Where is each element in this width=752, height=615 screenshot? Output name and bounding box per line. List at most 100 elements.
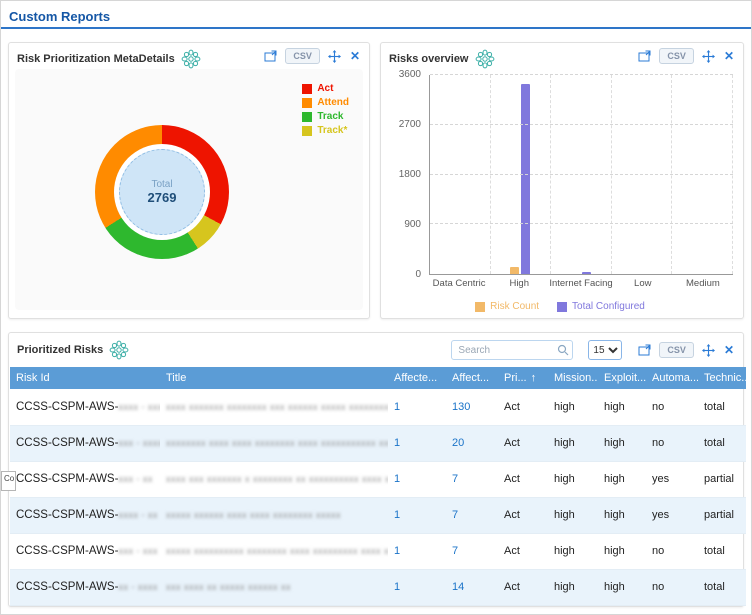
column-header-label: Title bbox=[166, 372, 186, 384]
risk-id-redacted: xxx - xxx bbox=[118, 546, 158, 556]
gridline bbox=[430, 174, 733, 175]
bar-legend-item[interactable]: Risk Count bbox=[475, 301, 539, 312]
donut-legend-item[interactable]: Track bbox=[302, 111, 349, 122]
search-icon[interactable] bbox=[557, 343, 569, 361]
page-title: Custom Reports bbox=[9, 9, 110, 24]
cell-mission: high bbox=[548, 497, 598, 533]
sort-asc-icon[interactable]: ↑ bbox=[531, 372, 537, 384]
bar-total-configured[interactable] bbox=[582, 272, 591, 274]
cell-mission: high bbox=[548, 461, 598, 497]
move-icon[interactable] bbox=[701, 344, 716, 357]
bar-risk-count[interactable] bbox=[510, 267, 519, 274]
cell-title: xxxxx xxxxxx xxxx xxxx xxxxxxxx xxxxx bbox=[160, 497, 388, 533]
cell-risk-id: CCSS-CSPM-AWS-xxx - xx bbox=[10, 461, 160, 497]
risk-row[interactable]: CCSS-CSPM-AWS-xxxx - xxxxxxx xxxxxx xxxx… bbox=[10, 497, 746, 533]
cell-affect: 7 bbox=[446, 533, 498, 569]
move-icon[interactable] bbox=[327, 50, 342, 63]
column-header-automa[interactable]: Automa... bbox=[646, 367, 698, 389]
column-header-label: Risk Id bbox=[16, 372, 50, 384]
csv-export-button[interactable]: CSV bbox=[659, 48, 694, 64]
donut-chart[interactable]: Total 2769 bbox=[95, 125, 229, 259]
bar-category-column bbox=[551, 75, 612, 274]
upper-panels-row: Risk Prioritization MetaDetails bbox=[1, 42, 751, 319]
risk-id-prefix: CCSS-CSPM-AWS- bbox=[16, 581, 118, 593]
risk-row[interactable]: CCSS-CSPM-AWS-xxx - xxxxxxxxxxxx xxxx xx… bbox=[10, 425, 746, 461]
column-header-technic[interactable]: Technic... bbox=[698, 367, 746, 389]
cell-risk-id: CCSS-CSPM-AWS-xxxx - xxx bbox=[10, 389, 160, 425]
affected-link[interactable]: 1 bbox=[394, 401, 400, 413]
column-header-affect[interactable]: Affect... bbox=[446, 367, 498, 389]
affected-count-link[interactable]: 7 bbox=[452, 545, 458, 557]
cell-title: xxxx xxxxxxx xxxxxxxx xxx xxxxxx xxxxx x… bbox=[160, 389, 388, 425]
cell-affecte: 1 bbox=[388, 533, 446, 569]
column-header-label: Affecte... bbox=[394, 372, 437, 384]
expand-icon[interactable] bbox=[263, 50, 278, 62]
risk-id-prefix: CCSS-CSPM-AWS- bbox=[16, 473, 118, 485]
search-input[interactable] bbox=[451, 340, 573, 360]
csv-export-button[interactable]: CSV bbox=[285, 48, 320, 64]
bar-legend-item[interactable]: Total Configured bbox=[557, 301, 645, 312]
title-redacted: xxxxxxxx xxxx xxxx xxxxxxxx xxxx xxxxxxx… bbox=[166, 438, 388, 448]
affected-count-link[interactable]: 7 bbox=[452, 509, 458, 521]
cell-automa: yes bbox=[646, 497, 698, 533]
risk-row[interactable]: CCSS-CSPM-AWS-xxxx - xxxxxxx xxxxxxx xxx… bbox=[10, 389, 746, 425]
cell-exploit: high bbox=[598, 389, 646, 425]
close-icon[interactable]: ✕ bbox=[723, 50, 735, 62]
column-header-mission[interactable]: Mission... bbox=[548, 367, 598, 389]
risk-row[interactable]: CCSS-CSPM-AWS-xx - xxxx xxx xxxx xx xxxxx… bbox=[10, 569, 746, 605]
close-icon[interactable]: ✕ bbox=[723, 344, 735, 356]
panel-title-wrap: Risk Prioritization MetaDetails bbox=[17, 48, 204, 70]
cell-affecte: 1 bbox=[388, 425, 446, 461]
close-icon[interactable]: ✕ bbox=[349, 50, 361, 62]
plot-columns bbox=[430, 75, 733, 274]
risk-row[interactable]: CCSS-CSPM-AWS-xxx - xxxxxxxx xxxxxxxxxx … bbox=[10, 533, 746, 569]
cell-risk-id: CCSS-CSPM-AWS-xx - xxxx bbox=[10, 569, 160, 605]
affected-link[interactable]: 1 bbox=[394, 545, 400, 557]
cell-affect: 7 bbox=[446, 461, 498, 497]
donut-legend-item[interactable]: Attend bbox=[302, 97, 349, 108]
cell-technic: partial bbox=[698, 497, 746, 533]
column-header-riskid[interactable]: Risk Id bbox=[10, 367, 160, 389]
affected-count-link[interactable]: 130 bbox=[452, 401, 470, 413]
affected-count-link[interactable]: 20 bbox=[452, 437, 464, 449]
column-header-label: Exploit... bbox=[604, 372, 646, 384]
move-icon[interactable] bbox=[701, 50, 716, 63]
cell-technic: partial bbox=[698, 461, 746, 497]
csv-export-button[interactable]: CSV bbox=[659, 342, 694, 358]
cell-automa: yes bbox=[646, 461, 698, 497]
column-header-affecte[interactable]: Affecte... bbox=[388, 367, 446, 389]
x-axis-labels: Data CentricHighInternet FacingLowMedium bbox=[429, 278, 733, 289]
risk-id-redacted: xxx - xx bbox=[118, 474, 153, 484]
search-wrap bbox=[451, 340, 573, 361]
cell-affecte: 1 bbox=[388, 389, 446, 425]
collapsed-sidebar-tab[interactable]: Co bbox=[1, 471, 16, 491]
column-header-label: Automa... bbox=[652, 372, 698, 384]
affected-link[interactable]: 1 bbox=[394, 581, 400, 593]
risk-id-prefix: CCSS-CSPM-AWS- bbox=[16, 509, 118, 521]
affected-count-link[interactable]: 7 bbox=[452, 473, 458, 485]
bar-total-configured[interactable] bbox=[521, 84, 530, 274]
legend-label: Risk Count bbox=[490, 301, 539, 312]
panel-title: Risks overview bbox=[389, 53, 469, 65]
cell-mission: high bbox=[548, 389, 598, 425]
donut-legend-item[interactable]: Act bbox=[302, 83, 349, 94]
donut-legend-item[interactable]: Track* bbox=[302, 125, 349, 136]
x-tick-label: Data Centric bbox=[429, 278, 489, 289]
affected-link[interactable]: 1 bbox=[394, 509, 400, 521]
affected-count-link[interactable]: 14 bbox=[452, 581, 464, 593]
column-header-title[interactable]: Title bbox=[160, 367, 388, 389]
expand-icon[interactable] bbox=[637, 50, 652, 62]
column-header-exploit[interactable]: Exploit... bbox=[598, 367, 646, 389]
bar-category-column bbox=[430, 75, 491, 274]
cell-technic: total bbox=[698, 533, 746, 569]
risk-id-prefix: CCSS-CSPM-AWS- bbox=[16, 545, 118, 557]
expand-icon[interactable] bbox=[637, 344, 652, 356]
column-header-pri[interactable]: Pri...↑ bbox=[498, 367, 548, 389]
risk-row[interactable]: CCSS-CSPM-AWS-xxx - xx xxxx xxx xxxxxxx x… bbox=[10, 461, 746, 497]
page-size-select[interactable]: 15 bbox=[588, 340, 622, 360]
affected-link[interactable]: 1 bbox=[394, 473, 400, 485]
panel-controls: 15 CSV ✕ bbox=[451, 340, 735, 361]
title-redacted: xxxx xxx xxxxxxx x xxxxxxxx xx xxxxxxxxx… bbox=[166, 474, 388, 484]
title-redacted: xxx xxxx xx xxxxx xxxxxx xx bbox=[166, 582, 291, 592]
affected-link[interactable]: 1 bbox=[394, 437, 400, 449]
